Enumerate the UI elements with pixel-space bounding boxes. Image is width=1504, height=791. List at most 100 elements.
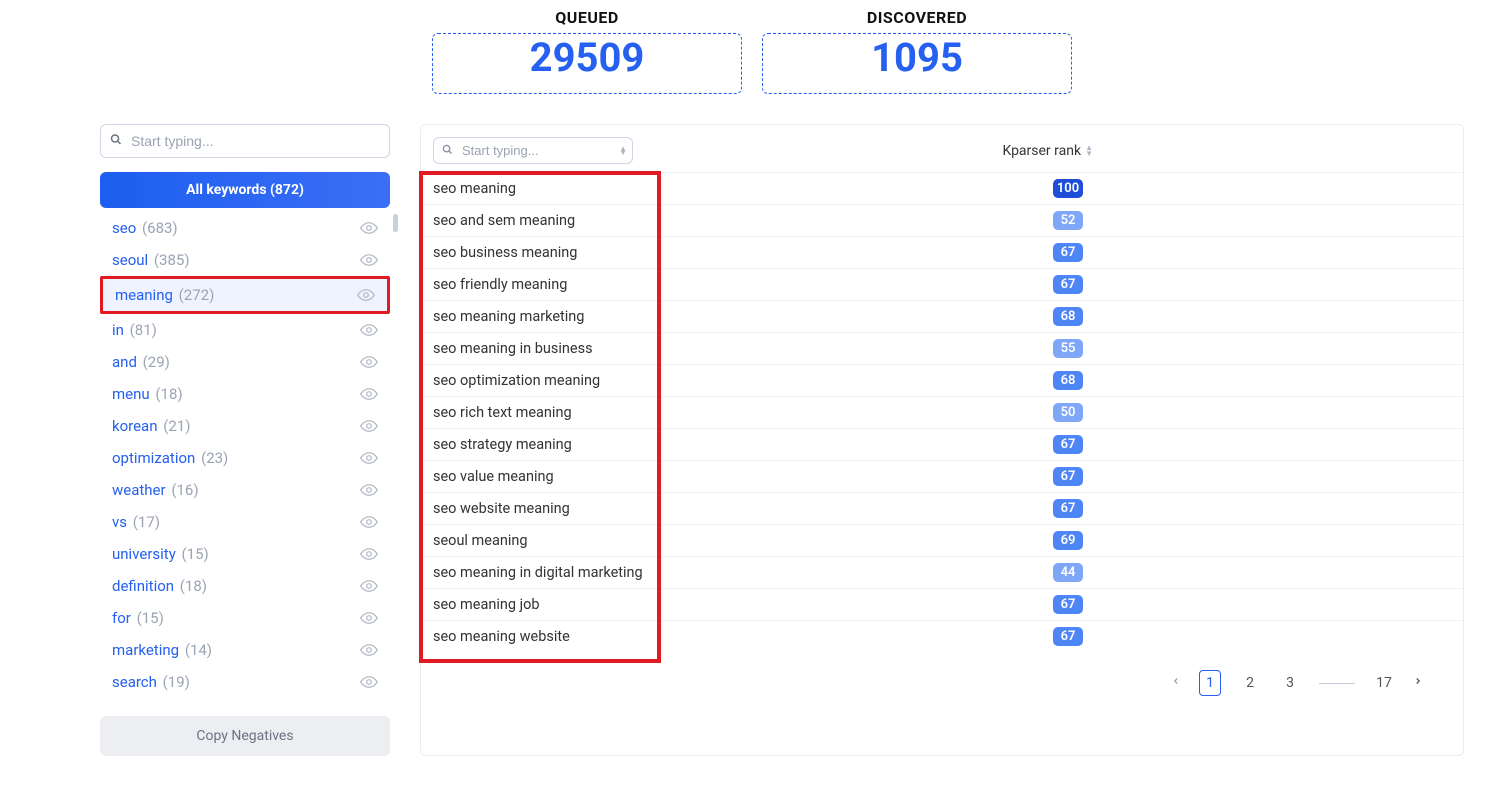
keyword-text: seo meaning marketing bbox=[433, 308, 584, 325]
table-row[interactable]: seo strategy meaning 67 bbox=[421, 428, 1463, 460]
eye-icon[interactable] bbox=[360, 673, 378, 691]
keyword-text: seo and sem meaning bbox=[433, 212, 575, 229]
rank-badge: 67 bbox=[1053, 595, 1083, 614]
keyword-text: seoul meaning bbox=[433, 532, 528, 549]
table-row[interactable]: seo meaning in business55 bbox=[421, 332, 1463, 364]
page-17[interactable]: 17 bbox=[1373, 670, 1395, 696]
keyword-name: marketing bbox=[112, 641, 179, 659]
keyword-count: (17) bbox=[133, 513, 160, 531]
queued-label: QUEUED bbox=[432, 8, 742, 27]
all-keywords-button[interactable]: All keywords (872) bbox=[100, 172, 390, 208]
rank-badge: 67 bbox=[1053, 467, 1083, 486]
sidebar-item-for[interactable]: for (15) bbox=[100, 602, 390, 634]
sidebar-item-seoul[interactable]: seoul (385) bbox=[100, 244, 390, 276]
keyword-count: (15) bbox=[182, 545, 209, 563]
eye-icon[interactable] bbox=[360, 449, 378, 467]
rank-badge: 44 bbox=[1053, 563, 1083, 582]
keyword-count: (683) bbox=[142, 219, 178, 237]
sidebar-item-meaning[interactable]: meaning (272) bbox=[100, 276, 390, 314]
results-rows: seo meaning100seo and sem meaning52seo b… bbox=[421, 172, 1463, 652]
table-row[interactable]: seo friendly meaning67 bbox=[421, 268, 1463, 300]
rank-badge: 68 bbox=[1053, 371, 1083, 390]
keyword-name: in bbox=[112, 321, 124, 339]
keyword-text: seo business meaning bbox=[433, 244, 577, 261]
table-row[interactable]: seo rich text meaning50 bbox=[421, 396, 1463, 428]
sidebar-item-seo[interactable]: seo (683) bbox=[100, 212, 390, 244]
keyword-name: korean bbox=[112, 417, 158, 435]
keyword-count: (15) bbox=[137, 609, 164, 627]
table-row[interactable]: seoul meaning 69 bbox=[421, 524, 1463, 556]
rank-badge: 68 bbox=[1053, 307, 1083, 326]
eye-icon[interactable] bbox=[360, 609, 378, 627]
sort-icon[interactable]: ▲▼ bbox=[1085, 145, 1093, 156]
table-search-input[interactable] bbox=[433, 137, 633, 164]
keyword-text: seo meaning job bbox=[433, 596, 540, 613]
sidebar-item-and[interactable]: and (29) bbox=[100, 346, 390, 378]
page-3[interactable]: 3 bbox=[1279, 670, 1301, 696]
copy-negatives-button[interactable]: Copy Negatives bbox=[100, 716, 390, 756]
keyword-text: seo meaning website bbox=[433, 628, 570, 645]
eye-icon[interactable] bbox=[360, 545, 378, 563]
keyword-text: seo optimization meaning bbox=[433, 372, 600, 389]
table-row[interactable]: seo business meaning 67 bbox=[421, 236, 1463, 268]
eye-icon[interactable] bbox=[360, 577, 378, 595]
eye-icon[interactable] bbox=[360, 251, 378, 269]
keyword-count: (29) bbox=[143, 353, 170, 371]
sidebar-item-menu[interactable]: menu (18) bbox=[100, 378, 390, 410]
table-row[interactable]: seo meaning in digital marketing44 bbox=[421, 556, 1463, 588]
sidebar-item-marketing[interactable]: marketing (14) bbox=[100, 634, 390, 666]
discovered-value: 1095 bbox=[763, 34, 1071, 81]
page-1[interactable]: 1 bbox=[1199, 670, 1221, 696]
eye-icon[interactable] bbox=[360, 353, 378, 371]
sidebar-item-university[interactable]: university (15) bbox=[100, 538, 390, 570]
keyword-name: search bbox=[112, 673, 157, 691]
rank-badge: 69 bbox=[1053, 531, 1083, 550]
table-row[interactable]: seo website meaning67 bbox=[421, 492, 1463, 524]
table-row[interactable]: seo meaning marketing 68 bbox=[421, 300, 1463, 332]
eye-icon[interactable] bbox=[360, 481, 378, 499]
eye-icon[interactable] bbox=[357, 286, 375, 304]
eye-icon[interactable] bbox=[360, 321, 378, 339]
keyword-text: seo strategy meaning bbox=[433, 436, 572, 453]
table-row[interactable]: seo value meaning67 bbox=[421, 460, 1463, 492]
discovered-box: 1095 bbox=[762, 33, 1072, 94]
sidebar-item-definition[interactable]: definition (18) bbox=[100, 570, 390, 602]
eye-icon[interactable] bbox=[360, 641, 378, 659]
rank-column-header[interactable]: Kparser rank ▲▼ bbox=[1002, 143, 1093, 159]
keyword-name: for bbox=[112, 609, 131, 627]
sidebar-search-input[interactable] bbox=[100, 124, 390, 158]
eye-icon[interactable] bbox=[360, 385, 378, 403]
sidebar-item-optimization[interactable]: optimization (23) bbox=[100, 442, 390, 474]
table-row[interactable]: seo optimization meaning 68 bbox=[421, 364, 1463, 396]
table-row[interactable]: seo meaning website 67 bbox=[421, 620, 1463, 652]
page-2[interactable]: 2 bbox=[1239, 670, 1261, 696]
keyword-count: (16) bbox=[171, 481, 198, 499]
table-row[interactable]: seo meaning100 bbox=[421, 172, 1463, 204]
keyword-count: (385) bbox=[154, 251, 190, 269]
sidebar-item-weather[interactable]: weather (16) bbox=[100, 474, 390, 506]
eye-icon[interactable] bbox=[360, 219, 378, 237]
eye-icon[interactable] bbox=[360, 513, 378, 531]
table-row[interactable]: seo meaning job 67 bbox=[421, 588, 1463, 620]
sort-icon[interactable]: ▲▼ bbox=[619, 147, 627, 155]
sidebar-item-search[interactable]: search (19) bbox=[100, 666, 390, 698]
table-row[interactable]: seo and sem meaning52 bbox=[421, 204, 1463, 236]
eye-icon[interactable] bbox=[360, 417, 378, 435]
sidebar-item-in[interactable]: in (81) bbox=[100, 314, 390, 346]
sidebar-item-korean[interactable]: korean (21) bbox=[100, 410, 390, 442]
keyword-count: (19) bbox=[163, 673, 190, 691]
sidebar-item-vs[interactable]: vs (17) bbox=[100, 506, 390, 538]
rank-badge: 67 bbox=[1053, 435, 1083, 454]
keyword-name: seo bbox=[112, 219, 136, 237]
keyword-name: menu bbox=[112, 385, 150, 403]
prev-page-button[interactable] bbox=[1171, 674, 1181, 692]
rank-badge: 67 bbox=[1053, 627, 1083, 646]
rank-badge: 67 bbox=[1053, 243, 1083, 262]
keyword-name: vs bbox=[112, 513, 127, 531]
keyword-count: (18) bbox=[155, 385, 182, 403]
keyword-text: seo meaning bbox=[433, 180, 516, 197]
keyword-name: seoul bbox=[112, 251, 148, 269]
next-page-button[interactable] bbox=[1413, 674, 1423, 692]
keyword-text: seo rich text meaning bbox=[433, 404, 572, 421]
search-icon bbox=[110, 134, 122, 149]
